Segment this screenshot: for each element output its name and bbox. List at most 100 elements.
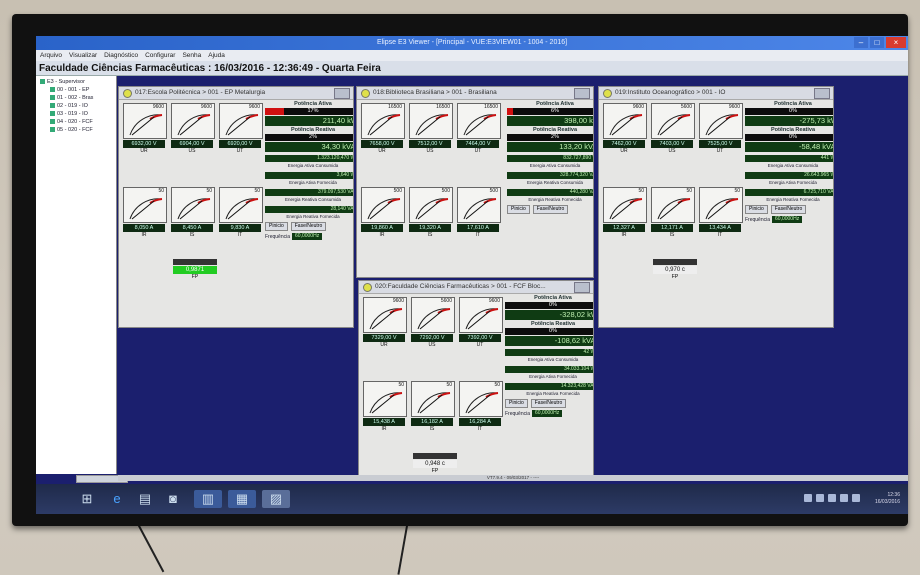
app-icon-3[interactable]: ▦ — [228, 490, 256, 508]
panel-close-button[interactable] — [574, 282, 590, 293]
current-gauge: 50 16,182 A IS — [411, 381, 455, 433]
gauge-face: 50 — [219, 187, 263, 223]
gauge-label: UT — [474, 148, 482, 154]
active-power-bar: 17% — [265, 108, 353, 115]
meter-icon — [50, 127, 55, 133]
tray-icon[interactable] — [804, 494, 812, 502]
current-gauge: 50 15,438 A IR — [363, 381, 407, 433]
menu-item-ajuda[interactable]: Ajuda — [208, 50, 225, 61]
tree-item[interactable]: 02 - 019 - IO — [36, 102, 116, 110]
status-bar: VT7.9.4 - 09/03/2017 - ---- — [118, 475, 908, 481]
fase-neutro-button[interactable]: Fase/Neutro — [532, 205, 569, 214]
menu-item-configurar[interactable]: Configurar — [145, 50, 175, 61]
gauge-label: US — [188, 148, 196, 154]
meter-icon — [50, 95, 55, 101]
voltage-gauge: 9600 7462,00 V UR — [603, 103, 647, 155]
tree-item[interactable]: 05 - 020 - FCF — [36, 126, 116, 134]
gauge-face: 5600 — [411, 297, 455, 333]
energy-caption: Energia Ativa Fornecida — [289, 180, 337, 185]
meter-panel-brasiliana: 018:Biblioteca Brasiliana > 001 - Brasil… — [356, 86, 594, 278]
gauge-value: 6904,00 V — [171, 140, 213, 148]
power-factor-value: 0,9871 — [173, 266, 217, 274]
fase-neutro-button[interactable]: Fase/Neutro — [770, 205, 807, 214]
pinicio-button[interactable]: Pinicio — [505, 399, 528, 408]
reactive-power-title: Potência Reativa — [290, 127, 336, 133]
energy-caption: Energia Ativa Consumida — [287, 163, 339, 168]
status-indicator-icon — [603, 89, 612, 98]
power-factor-value: 0,948 c — [413, 460, 457, 468]
volume-icon[interactable] — [840, 494, 848, 502]
menu-item-arquivo[interactable]: Arquivo — [40, 50, 62, 61]
panel-close-button[interactable] — [814, 88, 830, 99]
energy-value: 14.323,428 VArh — [505, 383, 593, 390]
energy-caption: Energia Reativa Fornecida — [526, 391, 580, 396]
fase-neutro-button[interactable]: Fase/Neutro — [290, 222, 327, 231]
gauge-label: IR — [381, 426, 387, 432]
panel-close-button[interactable] — [334, 88, 350, 99]
tray-icon[interactable] — [816, 494, 824, 502]
tree-view[interactable]: E3 - Supervisor 00 - 001 - EP 01 - 002 -… — [36, 76, 117, 474]
panel-title: 020:Faculdade Ciências Farmacêuticas > 0… — [375, 283, 546, 290]
tray-icon[interactable] — [828, 494, 836, 502]
system-tray — [804, 494, 860, 502]
close-button[interactable]: × — [886, 37, 906, 48]
gauge-label: UT — [236, 148, 244, 154]
start-button[interactable]: ⊞ — [76, 490, 98, 508]
energy-caption: Energia Reativa Consumida — [526, 180, 584, 185]
menu-item-diagnostico[interactable]: Diagnóstico — [104, 50, 138, 61]
energy-value: 28,140 VArh — [265, 206, 353, 213]
network-icon[interactable] — [852, 494, 860, 502]
current-gauge: 50 8,050 A IR — [123, 187, 167, 239]
fase-neutro-button[interactable]: Fase/Neutro — [530, 399, 567, 408]
gauge-label: US — [428, 342, 436, 348]
e3-viewer-taskbar-icon[interactable]: ▨ — [262, 490, 290, 508]
voltage-gauge: 9600 6904,00 V US — [171, 103, 215, 155]
tree-item[interactable]: 00 - 001 - EP — [36, 86, 116, 94]
window-controls: – □ × — [854, 37, 906, 48]
clock[interactable]: 12:36 16/03/2016 — [875, 492, 900, 506]
pinicio-button[interactable]: Pinicio — [507, 205, 530, 214]
tree-item[interactable]: E3 - Supervisor — [36, 78, 116, 86]
menu-item-senha[interactable]: Senha — [182, 50, 201, 61]
energy-value: 379.097,530 VArh — [265, 189, 353, 196]
tree-item[interactable]: 04 - 020 - FCF — [36, 118, 116, 126]
menu-item-visualizar[interactable]: Visualizar — [69, 50, 97, 61]
maximize-button[interactable]: □ — [870, 37, 884, 48]
gauge-label: UR — [378, 148, 386, 154]
panel-title-bar: 020:Faculdade Ciências Farmacêuticas > 0… — [359, 281, 593, 294]
tree-item[interactable]: 01 - 002 - Bras — [36, 94, 116, 102]
gauge-label: UT — [476, 342, 484, 348]
gauge-value: 7403,00 V — [651, 140, 693, 148]
current-gauge: 50 9,830 A IT — [219, 187, 263, 239]
panel-close-button[interactable] — [574, 88, 590, 99]
gauge-value: 9,830 A — [219, 224, 261, 232]
panel-title: 019:Instituto Oceanográfico > 001 - IO — [615, 89, 726, 96]
pinicio-button[interactable]: Pinicio — [265, 222, 288, 231]
window-title: Elipse E3 Viewer - [Principal - VUE:E3VI… — [376, 39, 568, 46]
app-icon[interactable]: ◙ — [162, 490, 184, 508]
tree-item[interactable]: 03 - 019 - IO — [36, 110, 116, 118]
current-gauge: 50 12,171 A IS — [651, 187, 695, 239]
active-power-title: Potência Ativa — [536, 101, 574, 107]
minimize-button[interactable]: – — [854, 37, 868, 48]
pinicio-button[interactable]: Pinicio — [745, 205, 768, 214]
active-power-value: -275,73 kW — [745, 116, 833, 126]
voltage-gauge: 9600 7329,00 V UR — [363, 297, 407, 349]
energy-value: 440,280 VArh — [507, 189, 593, 196]
current-gauge: 50 8,450 A IS — [171, 187, 215, 239]
app-icon-2[interactable]: ▥ — [194, 490, 222, 508]
current-gauge: 500 19,320 A IS — [409, 187, 453, 239]
energy-caption: Energia Ativa Fornecida — [529, 374, 577, 379]
gauge-value: 12,327 A — [603, 224, 645, 232]
energy-caption: Energia Reativa Fornecida — [528, 197, 582, 202]
file-explorer-icon[interactable]: ▤ — [134, 490, 156, 508]
frequency-label: Frequência — [265, 233, 291, 240]
frequency-row: Frequência 60,0000Hz — [745, 216, 833, 223]
active-power-value: 211,40 kW — [265, 116, 353, 126]
current-gauge: 50 13,434 A IT — [699, 187, 743, 239]
gauge-face: 50 — [603, 187, 647, 223]
browser-icon[interactable]: e — [106, 490, 128, 508]
gauge-label: IR — [621, 232, 627, 238]
voltage-gauge: 5600 7403,00 V US — [651, 103, 695, 155]
energy-caption: Energia Reativa Fornecida — [286, 214, 340, 219]
